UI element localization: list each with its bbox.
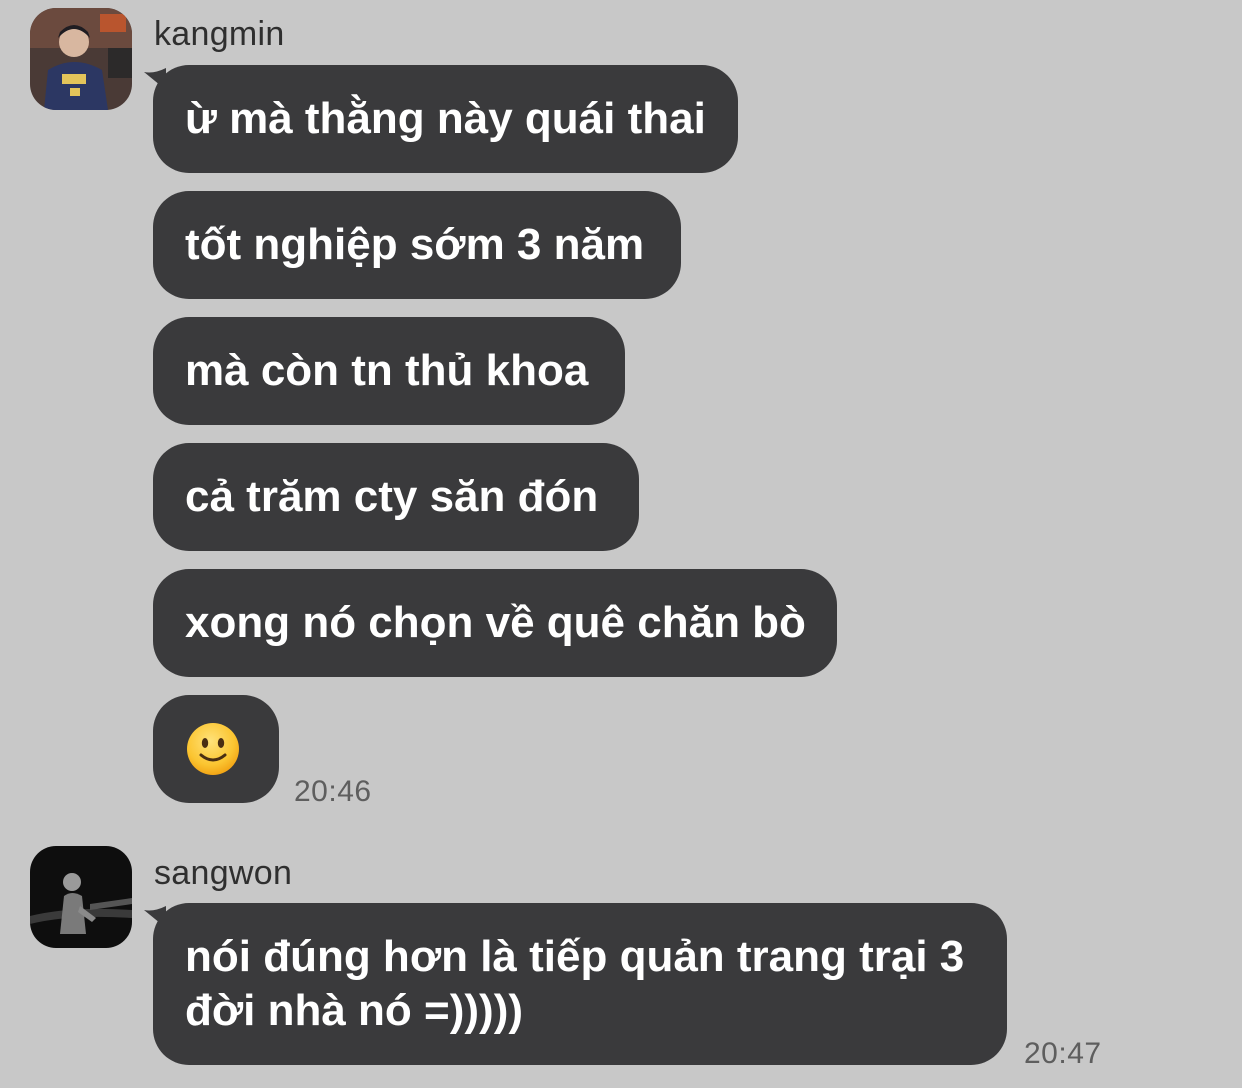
message-text: cả trăm cty săn đón [185, 472, 599, 521]
user-avatar-hoodie-icon [30, 8, 132, 110]
message-text: xong nó chọn về quê chăn bò [185, 598, 806, 647]
message-bubble[interactable]: mà còn tn thủ khoa [153, 317, 625, 425]
message-bubble[interactable]: xong nó chọn về quê chăn bò [153, 569, 837, 677]
message-text: nói đúng hơn là tiếp quản trang trại 3 đ… [185, 932, 965, 1035]
message-text: mà còn tn thủ khoa [185, 346, 589, 395]
message-text: ừ mà thằng này quái thai [185, 94, 706, 143]
message-bubble[interactable]: cả trăm cty săn đón [153, 443, 639, 551]
message-timestamp: 20:47 [1024, 1037, 1102, 1070]
avatar-kangmin[interactable] [30, 8, 132, 110]
avatar-sangwon[interactable] [30, 846, 132, 948]
message-bubble[interactable]: tốt nghiệp sớm 3 năm [153, 191, 681, 299]
message-bubble[interactable]: nói đúng hơn là tiếp quản trang trại 3 đ… [153, 903, 1007, 1065]
message-text: tốt nghiệp sớm 3 năm [185, 220, 645, 269]
sender-name-kangmin: kangmin [154, 15, 285, 53]
sender-name-sangwon: sangwon [154, 854, 293, 892]
emoji-message-bubble[interactable] [153, 695, 279, 803]
message-timestamp: 20:46 [294, 775, 372, 808]
slightly-smiling-face-emoji [187, 723, 239, 775]
message-bubble[interactable]: ừ mà thằng này quái thai [153, 65, 738, 173]
user-avatar-dark-photo-icon [30, 846, 132, 948]
